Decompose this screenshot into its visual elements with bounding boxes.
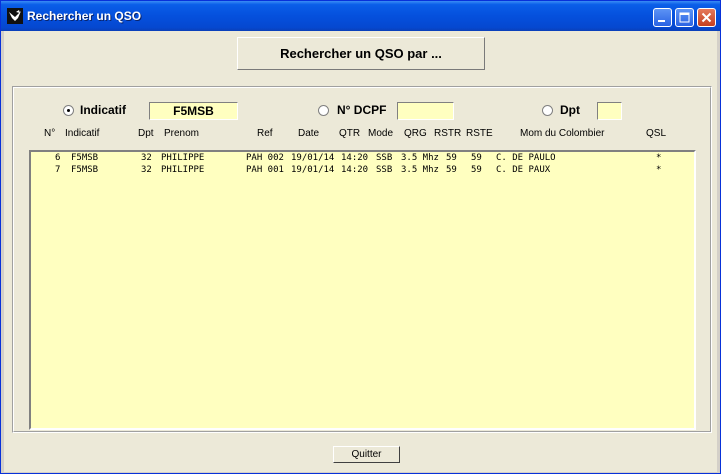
radio-dcpf-label: N° DCPF [337,103,387,117]
minimize-button[interactable] [653,8,672,27]
main-window: Rechercher un QSO Rechercher un QSO par … [0,0,721,474]
col-header-colombier: Mom du Colombier [520,128,605,139]
radio-indicatif-label: Indicatif [80,103,127,117]
col-header-mode: Mode [368,128,394,139]
quit-button[interactable]: Quitter [333,446,400,463]
close-button[interactable] [697,8,716,27]
pigeon-icon [7,8,23,24]
col-header-qtr: QTR [339,128,361,139]
col-header-qrg: QRG [404,128,427,139]
col-header-indicatif: Indicatif [65,128,100,139]
list-item[interactable]: 6 F5MSB 32 PHILIPPE PAH 002 19/01/14 14:… [31,153,694,164]
col-header-date: Date [298,128,320,139]
qso-results-list[interactable]: 6 F5MSB 32 PHILIPPE PAH 002 19/01/14 14:… [29,150,696,430]
list-item[interactable]: 7 F5MSB 32 PHILIPPE PAH 001 19/01/14 14:… [31,165,694,176]
dcpf-input[interactable] [397,102,454,120]
col-header-rstr: RSTR [434,128,462,139]
window-client-area: Rechercher un QSO par ... Indicatif F5MS… [4,31,717,472]
dpt-input[interactable] [597,102,622,120]
minimize-icon [658,20,665,22]
title-bar[interactable]: Rechercher un QSO [1,1,720,31]
col-header-prenom: Prenom [164,128,200,139]
col-header-qsl: QSL [646,128,667,139]
col-header-dpt: Dpt [138,128,154,139]
col-header-rste: RSTE [466,128,493,139]
col-header-ref: Ref [257,128,273,139]
radio-dpt-label: Dpt [560,103,580,117]
close-icon [701,12,712,23]
maximize-button[interactable] [675,8,694,27]
indicatif-input[interactable]: F5MSB [149,102,238,120]
search-qso-button[interactable]: Rechercher un QSO par ... [237,37,485,70]
radio-indicatif[interactable] [63,105,74,116]
col-header-n: N° [44,128,56,139]
window-title: Rechercher un QSO [27,9,142,23]
maximize-icon [679,12,690,23]
radio-dcpf[interactable] [318,105,329,116]
radio-dpt[interactable] [542,105,553,116]
